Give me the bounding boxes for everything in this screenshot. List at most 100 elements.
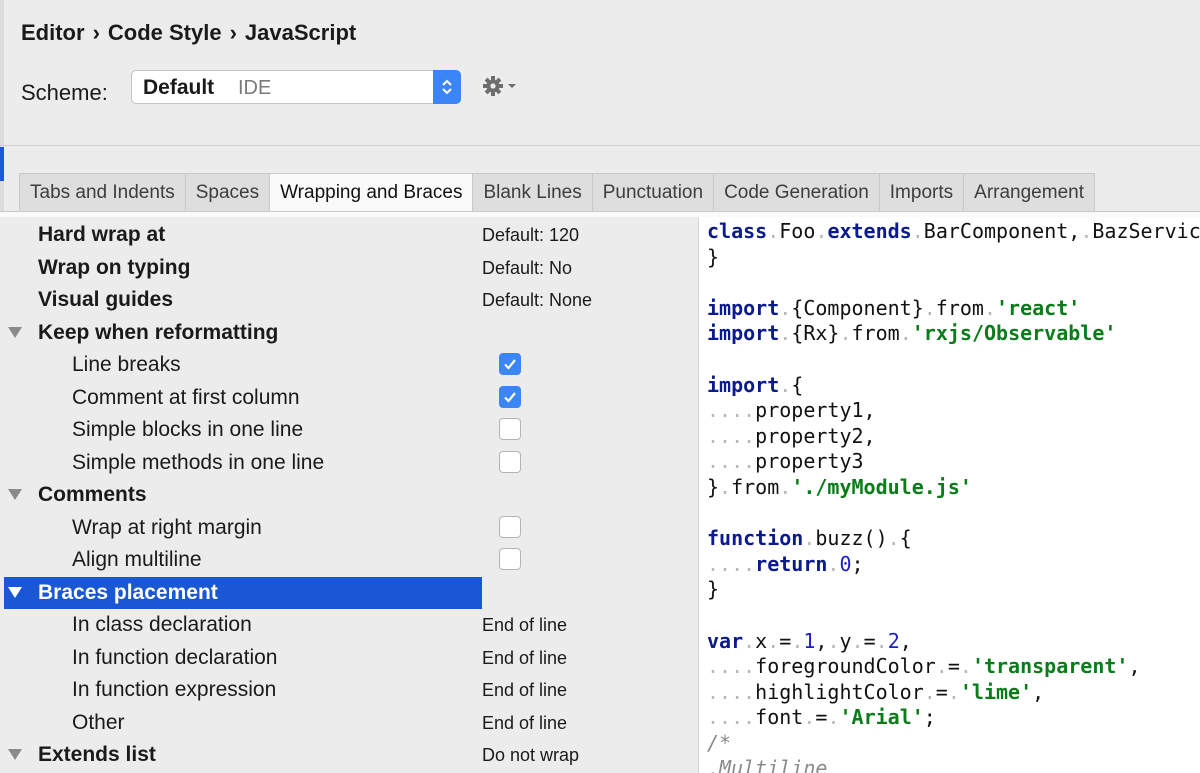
option-row-wrap-on-typing[interactable]: Wrap on typing Default: No [0, 252, 698, 284]
option-value[interactable]: End of line [482, 680, 567, 701]
checkbox[interactable] [499, 418, 521, 440]
tab-wrapping-and-braces[interactable]: Wrapping and Braces [270, 174, 474, 212]
option-row-braces-placement[interactable]: Braces placement [0, 576, 698, 609]
checkbox[interactable] [499, 450, 521, 473]
code-token: 'transparent' [971, 654, 1129, 679]
option-value[interactable]: Do not wrap [482, 745, 579, 766]
code-line: class.Foo.extends.BarComponent,.BazServi… [707, 219, 1200, 245]
option-row-wrap-at-right-margin[interactable]: Wrap at right margin [0, 512, 698, 544]
code-token: , [815, 628, 828, 653]
option-value[interactable]: End of line [482, 648, 567, 669]
code-line: function.buzz().{ [707, 526, 1200, 552]
option-row-other[interactable]: Other End of line [0, 707, 698, 739]
expand-triangle-icon[interactable] [8, 586, 22, 598]
code-token: .... [707, 705, 756, 730]
code-token: } [707, 244, 720, 269]
breadcrumb: Editor › Code Style › JavaScript [21, 20, 356, 46]
code-token: .... [707, 449, 756, 474]
option-value[interactable]: Default: None [482, 290, 592, 311]
option-row-line-breaks[interactable]: Line breaks [0, 349, 698, 381]
tab-tabs-and-indents[interactable]: Tabs and Indents [20, 174, 186, 212]
breadcrumb-separator: › [229, 20, 237, 45]
expand-triangle-icon[interactable] [8, 749, 22, 760]
code-token: . [803, 705, 816, 730]
code-line: ....return.0; [707, 552, 1200, 578]
code-token: 'react' [996, 295, 1081, 320]
scheme-select[interactable]: Default IDE [131, 70, 461, 104]
option-row-keep-when-reformatting[interactable]: Keep when reformatting [0, 317, 698, 349]
code-line: ....foregroundColor.=.'transparent', [707, 654, 1200, 680]
code-token: , [1032, 679, 1045, 704]
gear-icon[interactable] [482, 74, 518, 103]
code-token: 'lime' [959, 679, 1033, 704]
code-token: . [815, 219, 828, 243]
checkbox[interactable] [499, 353, 521, 375]
code-token: . [779, 474, 792, 499]
tab-blank-lines[interactable]: Blank Lines [473, 174, 593, 212]
option-value[interactable]: End of line [482, 713, 567, 734]
option-label: Comments [38, 483, 147, 506]
code-token: . [803, 526, 816, 551]
code-token: from [731, 474, 780, 499]
breadcrumb-item: Code Style [107, 20, 222, 45]
code-token: , [1128, 654, 1141, 679]
code-line: }.from.'./myModule.js' [707, 475, 1200, 501]
code-token: . [947, 679, 960, 704]
option-row-comments[interactable]: Comments [0, 479, 698, 511]
breadcrumb-separator: › [92, 20, 100, 45]
option-row-simple-blocks-in-one-line[interactable]: Simple blocks in one line [0, 414, 698, 446]
code-token: . [827, 705, 840, 730]
code-token: import [707, 372, 780, 397]
option-row-simple-methods-in-one-line[interactable]: Simple methods in one line [0, 447, 698, 479]
select-arrows-icon[interactable] [433, 70, 461, 104]
code-token: . [923, 295, 936, 320]
option-label: Wrap on typing [38, 255, 191, 279]
option-row-comment-at-first-column[interactable]: Comment at first column [0, 382, 698, 414]
tab-bar: Tabs and Indents Spaces Wrapping and Brace… [19, 173, 1095, 212]
code-line: import.{ [707, 373, 1200, 399]
option-value[interactable]: Default: 120 [482, 225, 579, 246]
code-token: 'Arial' [839, 705, 924, 730]
option-row-in-function-expression[interactable]: In function expression End of line [0, 674, 698, 706]
checkbox[interactable] [499, 515, 521, 538]
tab-imports[interactable]: Imports [879, 174, 965, 212]
checkbox[interactable] [499, 385, 521, 408]
code-token: 0 [839, 551, 852, 576]
option-label: Hard wrap at [38, 223, 166, 246]
breadcrumb-item: Editor [21, 20, 85, 45]
code-token: . [827, 551, 840, 576]
option-label: Simple blocks in one line [72, 418, 304, 441]
option-row-extends-list[interactable]: Extends list Do not wrap [0, 739, 698, 771]
code-token: = [947, 654, 960, 679]
tab-spaces[interactable]: Spaces [185, 174, 271, 212]
code-token: = [935, 679, 948, 704]
option-label: Simple methods in one line [72, 450, 325, 474]
option-value[interactable]: Default: No [482, 258, 572, 279]
code-token: . [983, 295, 997, 320]
expand-triangle-icon[interactable] [8, 489, 22, 500]
option-value[interactable]: End of line [482, 615, 567, 636]
code-token: {Component} [791, 295, 924, 320]
tab-code-generation[interactable]: Code Generation [714, 174, 880, 212]
code-token: y [839, 628, 852, 653]
expand-triangle-icon[interactable] [8, 326, 22, 338]
code-line: ....font.=.'Arial'; [707, 705, 1200, 731]
option-row-in-function-declaration[interactable]: In function declaration End of line [0, 642, 698, 674]
tab-punctuation[interactable]: Punctuation [592, 174, 715, 212]
code-token: Multiline [719, 756, 828, 773]
code-line: .Multiline [707, 756, 1200, 773]
option-row-in-class-declaration[interactable]: In class declaration End of line [0, 609, 698, 641]
option-row-hard-wrap-at[interactable]: Hard wrap at Default: 120 [0, 219, 698, 251]
code-token: BarComponent, [923, 219, 1081, 243]
code-token: class [707, 219, 768, 243]
option-row-visual-guides[interactable]: Visual guides Default: None [0, 284, 698, 316]
code-token: = [815, 705, 828, 730]
option-label: In function expression [72, 678, 277, 701]
option-row-align-multiline[interactable]: Align multiline [0, 544, 698, 576]
code-token: = [779, 628, 792, 653]
code-token: highlightColor [755, 679, 924, 704]
code-token: 'rxjs/Observable' [911, 321, 1117, 346]
tab-arrangement[interactable]: Arrangement [964, 174, 1094, 212]
checkbox[interactable] [499, 548, 521, 570]
